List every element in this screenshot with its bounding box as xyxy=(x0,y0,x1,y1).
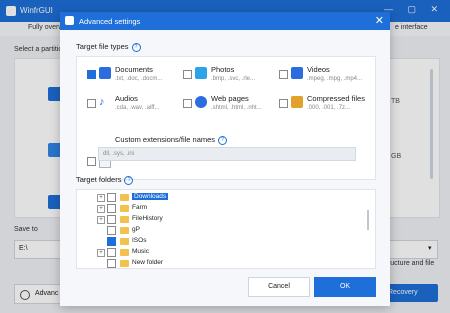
documents-extensions: .txt, .doc, .docm... xyxy=(115,76,163,82)
folder-icon xyxy=(120,227,129,234)
close-icon[interactable]: ✕ xyxy=(375,14,384,27)
tree-scrollbar[interactable] xyxy=(367,210,369,230)
web-pages-extensions: .shtml, .html, .nht... xyxy=(211,105,262,111)
folder-name[interactable]: Music xyxy=(132,248,149,255)
web-pages-title: Web pages xyxy=(211,94,249,103)
document-icon xyxy=(99,67,111,79)
folder-icon xyxy=(120,238,129,245)
photos-extensions: .bmp, .svc, .rle... xyxy=(211,76,256,82)
documents-title: Documents xyxy=(115,65,153,74)
expand-icon[interactable]: + xyxy=(97,205,105,213)
photos-checkbox[interactable] xyxy=(183,70,192,79)
target-folders-label: Target folders? xyxy=(76,175,134,185)
globe-icon xyxy=(195,96,207,108)
folder-name[interactable]: New folder xyxy=(132,259,163,266)
folder-name[interactable]: FileHistory xyxy=(132,215,163,222)
custom-extensions-input[interactable]: dll, .sys, .ini xyxy=(98,147,356,161)
folder-name[interactable]: Downloads xyxy=(132,193,169,200)
folder-icon xyxy=(120,205,129,212)
custom-extensions-label: Custom extensions/file names? xyxy=(115,135,228,145)
folder-name[interactable]: Farm xyxy=(132,204,147,211)
compressed-files-extensions: .000, .001, .7z... xyxy=(307,105,351,111)
folder-name[interactable]: gP xyxy=(132,226,140,233)
target-folders-text: Target folders xyxy=(76,175,122,184)
folder-checkbox[interactable] xyxy=(107,226,116,235)
ok-button[interactable]: OK xyxy=(314,277,376,297)
custom-extensions-text: Custom extensions/file names xyxy=(115,135,216,144)
archive-icon xyxy=(291,96,303,108)
help-icon[interactable]: ? xyxy=(131,42,141,52)
audios-checkbox[interactable] xyxy=(87,99,96,108)
target-file-types-text: Target file types xyxy=(76,42,129,51)
audios-title: Audios xyxy=(115,94,138,103)
app-logo-icon xyxy=(65,16,74,25)
folder-checkbox[interactable] xyxy=(107,204,116,213)
audios-extensions: .cda, .wav, .aiff... xyxy=(115,105,160,111)
folder-checkbox[interactable] xyxy=(107,237,116,246)
videos-title: Videos xyxy=(307,65,330,74)
videos-extensions: .mpeg, .mpg, .mp4... xyxy=(307,76,363,82)
folder-icon xyxy=(120,260,129,267)
expand-icon[interactable]: + xyxy=(97,249,105,257)
expand-icon[interactable]: + xyxy=(97,194,105,202)
folder-checkbox[interactable] xyxy=(107,248,116,257)
cancel-button[interactable]: Cancel xyxy=(248,277,310,297)
folder-icon xyxy=(120,216,129,223)
custom-extensions-checkbox[interactable] xyxy=(87,157,96,166)
advanced-settings-dialog: Advanced settings ✕ Target file types? D… xyxy=(60,12,390,306)
help-icon[interactable]: ? xyxy=(124,175,134,185)
web-pages-checkbox[interactable] xyxy=(183,99,192,108)
dialog-title: Advanced settings xyxy=(79,17,141,26)
folder-name[interactable]: ISOs xyxy=(132,237,146,244)
expand-icon[interactable]: + xyxy=(97,216,105,224)
folder-checkbox[interactable] xyxy=(107,259,116,268)
folder-tree[interactable]: + Downloads + Farm + FileHistory gP ISOs xyxy=(76,189,376,269)
documents-checkbox[interactable] xyxy=(87,70,96,79)
video-icon xyxy=(291,67,303,79)
compressed-files-checkbox[interactable] xyxy=(279,99,288,108)
photos-title: Photos xyxy=(211,65,235,74)
music-note-icon: ♪ xyxy=(99,96,105,108)
photo-icon xyxy=(195,67,207,79)
compressed-files-title: Compressed files xyxy=(307,94,365,103)
videos-checkbox[interactable] xyxy=(279,70,288,79)
folder-checkbox[interactable] xyxy=(107,193,116,202)
target-file-types-label: Target file types? xyxy=(76,42,141,52)
folder-icon xyxy=(120,249,129,256)
dialog-titlebar: Advanced settings ✕ xyxy=(60,12,390,30)
help-icon[interactable]: ? xyxy=(218,135,228,145)
folder-icon xyxy=(120,194,129,201)
file-types-box: Documents .txt, .doc, .docm... Photos .b… xyxy=(76,56,376,180)
folder-checkbox[interactable] xyxy=(107,215,116,224)
